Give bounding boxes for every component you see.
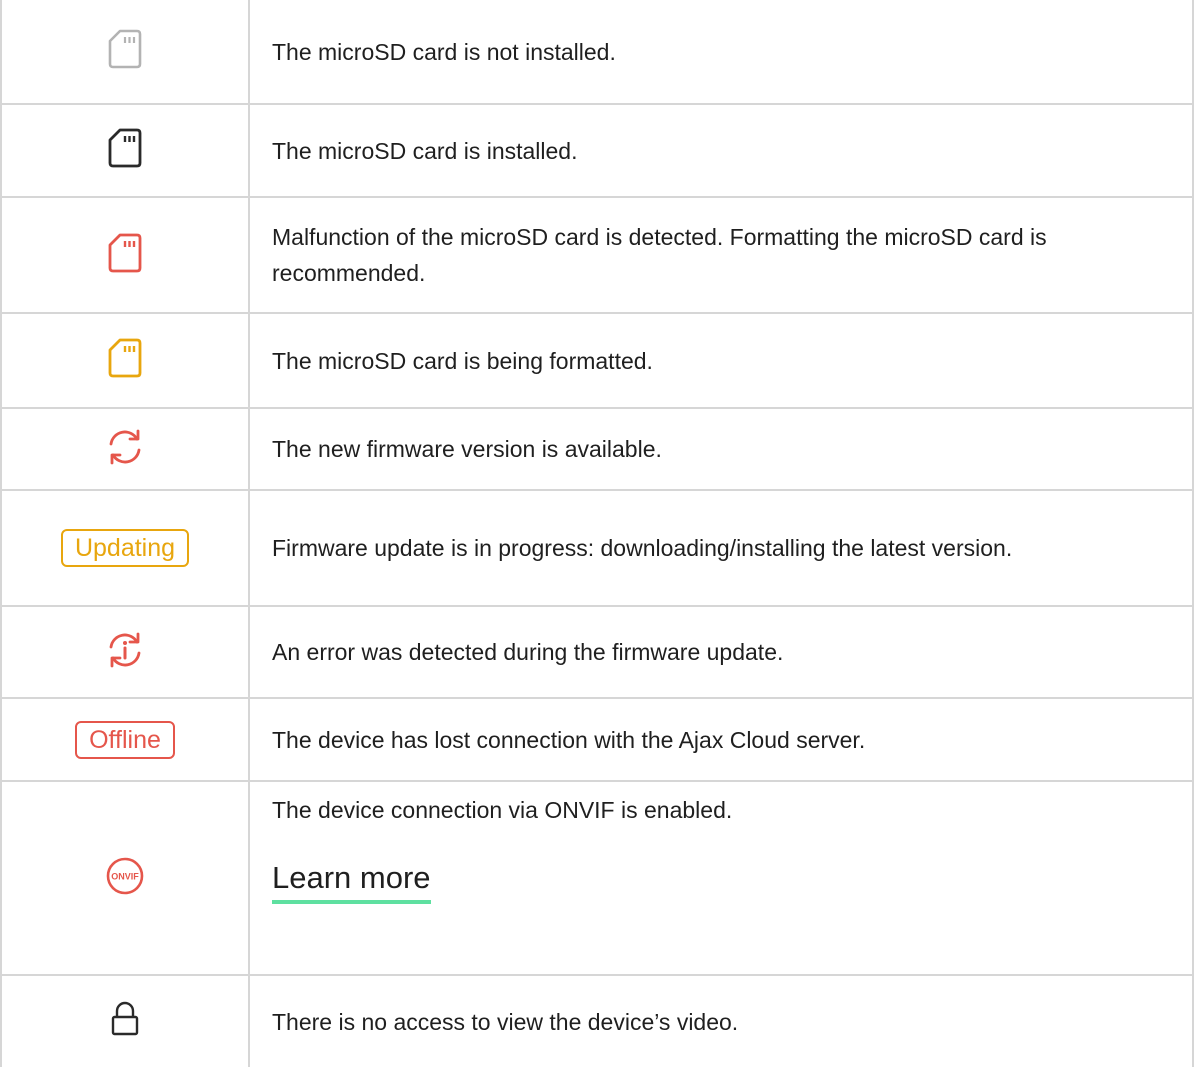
row-description: There is no access to view the device’s … [272, 1008, 739, 1035]
sdcard-not-installed-icon [108, 29, 142, 74]
row-description: The microSD card is being formatted. [272, 347, 653, 374]
row-description: The microSD card is installed. [272, 137, 578, 164]
row-description: The new firmware version is available. [272, 436, 662, 462]
table-row: Offline The device has lost connection w… [2, 697, 1192, 780]
sdcard-installed-icon [108, 128, 142, 173]
offline-status-badge: Offline [75, 720, 175, 759]
table-row: The microSD card is not installed. [2, 0, 1192, 103]
row-description: The device connection via ONVIF is enabl… [272, 797, 733, 823]
table-row: ONVIF The device connection via ONVIF is… [2, 780, 1192, 974]
onvif-icon: ONVIF [105, 856, 145, 901]
row-description: Malfunction of the microSD card is detec… [272, 224, 1047, 286]
sdcard-malfunction-icon [108, 233, 142, 278]
row-description: An error was detected during the firmwar… [272, 639, 784, 665]
table-row: The microSD card is installed. [2, 103, 1192, 196]
status-icons-table: The microSD card is not installed. The m… [0, 0, 1194, 1067]
learn-more-link[interactable]: Learn more [272, 858, 431, 904]
onvif-icon-label: ONVIF [111, 871, 139, 881]
lock-icon [108, 999, 142, 1044]
firmware-update-error-icon [105, 630, 145, 675]
table-row: The microSD card is being formatted. [2, 312, 1192, 407]
table-row: The new firmware version is available. [2, 407, 1192, 489]
row-description: The microSD card is not installed. [272, 38, 616, 65]
table-row: Updating Firmware update is in progress:… [2, 489, 1192, 605]
firmware-update-available-icon [105, 427, 145, 472]
sdcard-formatting-icon [108, 338, 142, 383]
row-description: The device has lost connection with the … [272, 726, 866, 753]
row-description: Firmware update is in progress: download… [272, 535, 1013, 561]
table-row: Malfunction of the microSD card is detec… [2, 196, 1192, 312]
table-row: An error was detected during the firmwar… [2, 605, 1192, 697]
updating-status-badge: Updating [60, 529, 190, 567]
table-row: There is no access to view the device’s … [2, 974, 1192, 1067]
